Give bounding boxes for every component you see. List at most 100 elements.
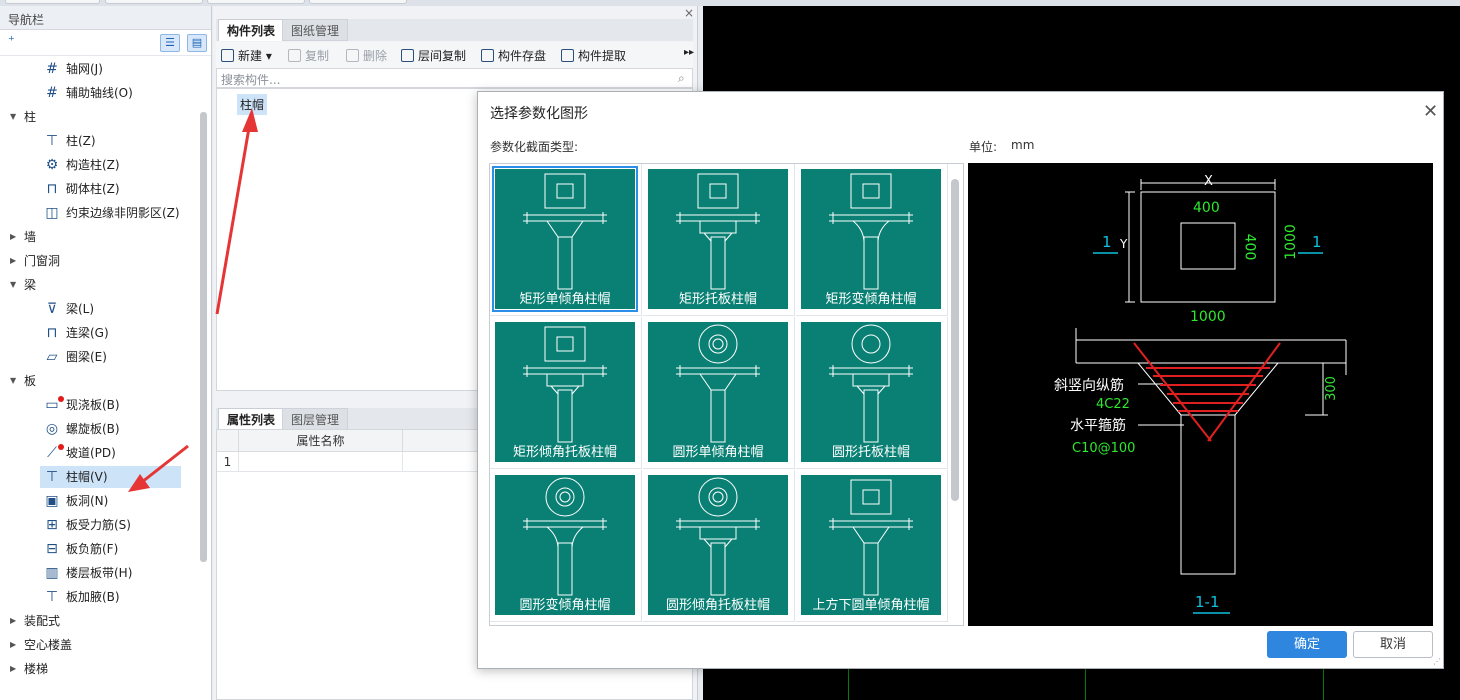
chevron-right-icon[interactable]: ▶ bbox=[10, 658, 16, 680]
nav-group-8[interactable]: ▶ 门窗洞 bbox=[0, 250, 200, 272]
copy-button[interactable]: 复制 bbox=[288, 47, 329, 64]
dim-x: X bbox=[1204, 174, 1213, 189]
floor-copy-button[interactable]: 层间复制 bbox=[401, 47, 466, 64]
label-stirrup: 水平箍筋 bbox=[1070, 418, 1126, 434]
shape-caption: 矩形单倾角柱帽 bbox=[519, 292, 611, 307]
chevron-down-icon[interactable]: ▼ bbox=[10, 106, 16, 128]
nav-group-7[interactable]: ▶ 墙 bbox=[0, 226, 200, 248]
tab-layer-manage[interactable]: 图层管理 bbox=[282, 408, 349, 430]
nav-item-label: 楼层板带(H) bbox=[66, 566, 133, 580]
nav-group-label: 墙 bbox=[24, 230, 37, 244]
nav-item-21[interactable]: ▥ 楼层板带(H) bbox=[0, 562, 200, 584]
chevron-right-icon[interactable]: ▶ bbox=[10, 226, 16, 248]
close-icon[interactable]: ✕ bbox=[1423, 101, 1438, 122]
list-view-icon[interactable]: ☰ bbox=[160, 34, 180, 52]
link-beam-icon: ⊓ bbox=[46, 325, 58, 341]
shape-option[interactable]: 圆形单倾角柱帽 bbox=[643, 317, 795, 469]
nav-item-3[interactable]: ⊤ 柱(Z) bbox=[0, 130, 200, 152]
shape-option[interactable]: 矩形倾角托板柱帽 bbox=[490, 317, 642, 469]
chevron-right-icon[interactable]: ▶ bbox=[10, 634, 16, 656]
shape-option[interactable]: 圆形托板柱帽 bbox=[796, 317, 948, 469]
dim-300: 300 bbox=[1323, 376, 1339, 401]
nav-item-label: 螺旋板(B) bbox=[66, 422, 120, 436]
nav-item-12[interactable]: ▱ 圈梁(E) bbox=[0, 346, 200, 368]
nav-item-11[interactable]: ⊓ 连梁(G) bbox=[0, 322, 200, 344]
tab-drawing-manage[interactable]: 图纸管理 bbox=[282, 19, 349, 41]
shape-thumbnail: 圆形托板柱帽 bbox=[801, 322, 941, 462]
negative-rebar-icon: ⊟ bbox=[46, 541, 58, 557]
property-cell[interactable] bbox=[239, 452, 403, 472]
nav-group-label: 梁 bbox=[24, 278, 37, 292]
pin-icon[interactable]: ⁺ bbox=[8, 34, 15, 49]
top-tabbar: 构件列表 图纸管理 bbox=[216, 19, 693, 41]
shape-option[interactable]: 矩形托板柱帽 bbox=[643, 164, 795, 316]
nav-group-24[interactable]: ▶ 空心楼盖 bbox=[0, 634, 200, 656]
nav-group-13[interactable]: ▼ 板 bbox=[0, 370, 200, 392]
nav-item-label: 轴网(J) bbox=[66, 62, 103, 76]
nav-group-label: 空心楼盖 bbox=[24, 638, 73, 652]
nav-item-14[interactable]: ▭ 现浇板(B) bbox=[0, 394, 200, 416]
dim-outer-height: 1000 bbox=[1282, 224, 1299, 260]
property-name-header: 属性名称 bbox=[239, 430, 403, 452]
detail-view-icon[interactable]: ▤ bbox=[187, 34, 207, 52]
shape-option[interactable]: 矩形单倾角柱帽 bbox=[490, 164, 642, 316]
masonry-column-icon: ⊓ bbox=[46, 181, 58, 197]
shape-caption: 矩形倾角托板柱帽 bbox=[512, 445, 617, 460]
nav-item-label: 板受力筋(S) bbox=[66, 518, 131, 532]
grid-line bbox=[1085, 666, 1086, 700]
resize-grip-icon[interactable]: ⋰ bbox=[1433, 657, 1441, 666]
component-toolbar: 新建 ▾ 复制 删除 层间复制 构件存盘 构件提取 ▸▸ bbox=[216, 42, 694, 68]
nav-group-9[interactable]: ▼ 梁 bbox=[0, 274, 200, 296]
grid-icon: # bbox=[46, 61, 58, 77]
search-input[interactable]: 搜索构件... bbox=[216, 68, 693, 88]
gallery-scrollbar[interactable] bbox=[951, 179, 959, 501]
nav-group-23[interactable]: ▶ 装配式 bbox=[0, 610, 200, 632]
nav-item-4[interactable]: ⚙ 构造柱(Z) bbox=[0, 154, 200, 176]
nav-item-6[interactable]: ◫ 约束边缘非阴影区(Z) bbox=[0, 202, 200, 224]
cancel-button[interactable]: 取消 bbox=[1353, 631, 1433, 658]
nav-item-15[interactable]: ◎ 螺旋板(B) bbox=[0, 418, 200, 440]
shape-option[interactable]: 圆形倾角托板柱帽 bbox=[643, 470, 795, 622]
tab-property-list[interactable]: 属性列表 bbox=[218, 408, 285, 430]
dialog-title: 选择参数化图形 bbox=[490, 106, 588, 122]
nav-item-label: 现浇板(B) bbox=[66, 398, 120, 412]
ok-button[interactable]: 确定 bbox=[1267, 631, 1347, 658]
nav-group-2[interactable]: ▼ 柱 bbox=[0, 106, 200, 128]
tab-component-list[interactable]: 构件列表 bbox=[218, 19, 285, 41]
chevron-down-icon[interactable]: ▼ bbox=[10, 370, 16, 392]
chevron-right-icon[interactable]: ▶ bbox=[10, 250, 16, 272]
delete-button[interactable]: 删除 bbox=[346, 47, 387, 64]
label-slant-spec: 4C22 bbox=[1096, 397, 1130, 412]
nav-scrollbar[interactable] bbox=[200, 112, 207, 562]
slab-strip-icon: ▥ bbox=[45, 565, 59, 581]
nav-item-label: 砌体柱(Z) bbox=[66, 182, 120, 196]
unit-label: 单位: bbox=[969, 140, 998, 154]
save-component-button[interactable]: 构件存盘 bbox=[481, 47, 546, 64]
label-stirrup-spec: C10@100 bbox=[1072, 441, 1136, 456]
shape-option[interactable]: 圆形变倾角柱帽 bbox=[490, 470, 642, 622]
chevron-right-icon[interactable]: ▶ bbox=[10, 610, 16, 632]
shape-option[interactable]: 矩形变倾角柱帽 bbox=[796, 164, 948, 316]
nav-item-10[interactable]: ⊽ 梁(L) bbox=[0, 298, 200, 320]
chevron-down-icon[interactable]: ▼ bbox=[10, 274, 16, 296]
extract-component-button[interactable]: 构件提取 bbox=[561, 47, 626, 64]
nav-item-19[interactable]: ⊞ 板受力筋(S) bbox=[0, 514, 200, 536]
nav-item-label: 柱(Z) bbox=[66, 134, 96, 148]
nav-group-label: 柱 bbox=[24, 110, 37, 124]
shape-option[interactable]: 上方下圆单倾角柱帽 bbox=[796, 470, 948, 622]
nav-item-5[interactable]: ⊓ 砌体柱(Z) bbox=[0, 178, 200, 200]
red-arrow-down bbox=[128, 444, 189, 492]
more-icon[interactable]: ▸▸ bbox=[684, 47, 694, 58]
shape-thumbnail: 圆形单倾角柱帽 bbox=[648, 322, 788, 462]
nav-item-label: 构造柱(Z) bbox=[66, 158, 120, 172]
nav-item-20[interactable]: ⊟ 板负筋(F) bbox=[0, 538, 200, 560]
nav-group-25[interactable]: ▶ 楼梯 bbox=[0, 658, 200, 680]
new-button[interactable]: 新建 ▾ bbox=[221, 47, 272, 64]
nav-item-0[interactable]: # 轴网(J) bbox=[0, 58, 200, 80]
nav-item-label: 板洞(N) bbox=[66, 494, 109, 508]
nav-item-1[interactable]: # 辅助轴线(O) bbox=[0, 82, 200, 104]
column-cap-icon: ⊤ bbox=[45, 469, 59, 485]
close-icon[interactable]: × bbox=[684, 6, 694, 20]
shape-preview: X Y 400 400 1000 1000 1 1 斜竖向纵筋 4C22 水平箍… bbox=[968, 163, 1433, 626]
nav-item-22[interactable]: ⊤ 板加腋(B) bbox=[0, 586, 200, 608]
